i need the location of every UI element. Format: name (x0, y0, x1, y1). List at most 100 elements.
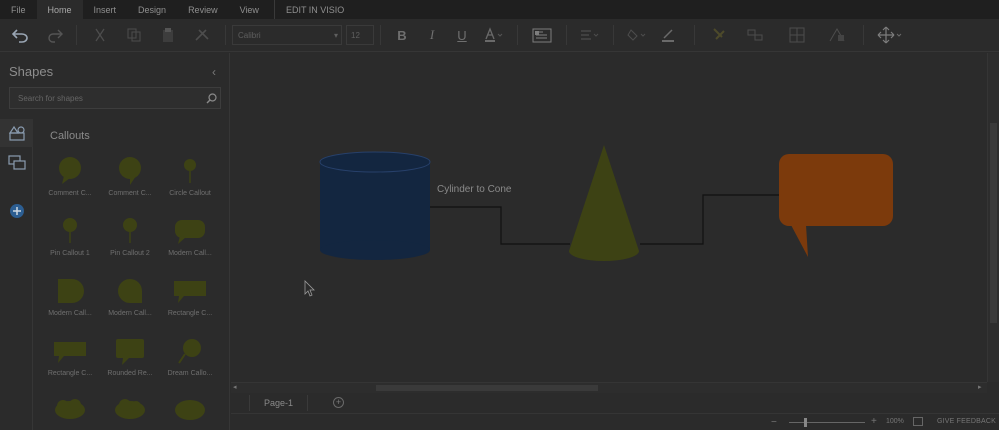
shape-tile[interactable]: Circle Callout (160, 153, 220, 211)
pin-callout-icon (55, 213, 85, 249)
shape-tile[interactable]: Rectangle C... (160, 273, 220, 331)
shape-tile[interactable] (160, 393, 220, 430)
cone-shape (569, 145, 639, 261)
fill-icon[interactable] (620, 23, 654, 47)
line-color-icon[interactable] (654, 23, 688, 47)
copy-icon[interactable] (117, 23, 151, 47)
comment-callout-icon (55, 153, 85, 189)
position-icon[interactable] (777, 23, 817, 47)
font-size-select[interactable]: 12 (346, 25, 374, 45)
shape-label: Pin Callout 2 (110, 250, 150, 257)
pin-callout-icon (115, 213, 145, 249)
horizontal-scrollbar[interactable]: ◂ ▸ (231, 382, 987, 393)
shape-label: Rectangle C... (47, 370, 93, 377)
undo-icon[interactable] (0, 23, 40, 47)
font-family-select[interactable]: Calibri ▾ (232, 25, 342, 45)
shape-search-input[interactable]: Search for shapes (9, 87, 221, 109)
shape-label: Rectangle C... (167, 310, 213, 317)
tab-design[interactable]: Design (127, 0, 177, 19)
shape-tile[interactable]: Modern Call... (160, 213, 220, 271)
shape-tile[interactable]: Pin Callout 1 (40, 213, 100, 271)
fit-to-window-icon[interactable] (913, 417, 923, 426)
cursor-arrow-icon (304, 280, 315, 297)
search-icon[interactable] (202, 92, 220, 104)
drawing-canvas[interactable]: Cylinder to Cone (231, 53, 987, 382)
connector-cylinder-cone (430, 206, 570, 245)
modern-callout-icon (173, 213, 207, 249)
edit-in-visio-button[interactable]: EDIT IN VISIO (273, 0, 355, 19)
bold-icon[interactable]: B (387, 23, 417, 47)
shapes-panel: Shapes ‹ Search for shapes Callouts Comm… (0, 53, 230, 430)
modern-callout-icon (55, 273, 85, 309)
cloud-callout-icon (113, 393, 147, 429)
shape-tile[interactable]: Pin Callout 2 (100, 213, 160, 271)
shapes-category-icon[interactable] (0, 119, 33, 147)
styles-icon[interactable] (701, 23, 737, 47)
dream-callout-icon (175, 333, 205, 369)
toolbar-divider (380, 25, 381, 45)
tab-home[interactable]: Home (36, 0, 83, 19)
give-feedback-button[interactable]: GIVE FEEDBACK (937, 418, 996, 425)
toolbar-divider (76, 25, 77, 45)
horizontal-scroll-thumb[interactable] (376, 385, 598, 391)
shape-label: Comment C... (48, 190, 92, 197)
font-color-icon[interactable] (477, 23, 511, 47)
shapes-panel-title: Shapes (9, 64, 54, 79)
connector-label[interactable]: Cylinder to Cone (437, 184, 511, 195)
layout-icon[interactable] (870, 23, 910, 47)
toolbar-divider (225, 25, 226, 45)
cut-icon[interactable] (83, 23, 117, 47)
ribbon-tabs: File Home Insert Design Review View EDIT… (0, 0, 999, 19)
shape-category-rail (0, 119, 33, 430)
tab-insert[interactable]: Insert (83, 0, 128, 19)
scroll-right-icon[interactable]: ▸ (978, 383, 982, 391)
underline-icon[interactable]: U (447, 23, 477, 47)
collapse-panel-icon[interactable]: ‹ (212, 65, 216, 79)
shape-tile[interactable]: Modern Call... (40, 273, 100, 331)
shape-tile[interactable]: Dream Callo... (160, 333, 220, 391)
shape-label: Modern Call... (48, 310, 92, 317)
shape-label: Dream Callo... (167, 370, 213, 377)
scroll-left-icon[interactable]: ◂ (233, 383, 237, 391)
zoom-out-button[interactable]: − (771, 417, 777, 428)
zoom-level[interactable]: 100% (886, 418, 904, 425)
redo-icon[interactable] (40, 23, 70, 47)
toolbar-divider (566, 25, 567, 45)
tab-view[interactable]: View (229, 0, 270, 19)
callouts-category-icon[interactable] (0, 149, 33, 177)
group-icon[interactable] (817, 23, 857, 47)
shape-tile[interactable] (40, 393, 100, 430)
tab-file[interactable]: File (0, 0, 37, 19)
category-title: Callouts (50, 130, 90, 142)
zoom-in-button[interactable]: + (871, 416, 877, 427)
toolbar-divider (517, 25, 518, 45)
vertical-scrollbar[interactable] (987, 53, 999, 382)
format-painter-icon[interactable] (185, 23, 219, 47)
vertical-scroll-thumb[interactable] (990, 123, 997, 323)
rounded-rectangle-callout-icon (114, 333, 146, 369)
zoom-slider-thumb[interactable] (804, 418, 807, 427)
tab-review[interactable]: Review (177, 0, 229, 19)
arrange-icon[interactable] (737, 23, 777, 47)
tab-page-1[interactable]: Page-1 (249, 395, 309, 411)
text-box-icon[interactable] (524, 23, 560, 47)
add-page-icon[interactable]: + (333, 397, 344, 408)
shape-tile[interactable]: Modern Call... (100, 273, 160, 331)
shape-tile[interactable] (100, 393, 160, 430)
paste-icon[interactable] (151, 23, 185, 47)
toolbar-divider (694, 25, 695, 45)
rectangle-callout-icon (52, 333, 88, 369)
shape-label: Circle Callout (169, 190, 211, 197)
italic-icon[interactable]: I (417, 23, 447, 47)
add-category-icon[interactable] (0, 197, 33, 225)
shape-tile[interactable]: Comment C... (100, 153, 160, 211)
zoom-slider[interactable] (789, 422, 865, 423)
shape-label: Comment C... (108, 190, 152, 197)
align-icon[interactable] (573, 23, 607, 47)
shape-tile[interactable]: Comment C... (40, 153, 100, 211)
shape-tile[interactable]: Rounded Re... (100, 333, 160, 391)
shape-tile[interactable]: Rectangle C... (40, 333, 100, 391)
rectangle-callout-icon (172, 273, 208, 309)
shape-label: Pin Callout 1 (50, 250, 90, 257)
cylinder-shape (319, 151, 431, 260)
